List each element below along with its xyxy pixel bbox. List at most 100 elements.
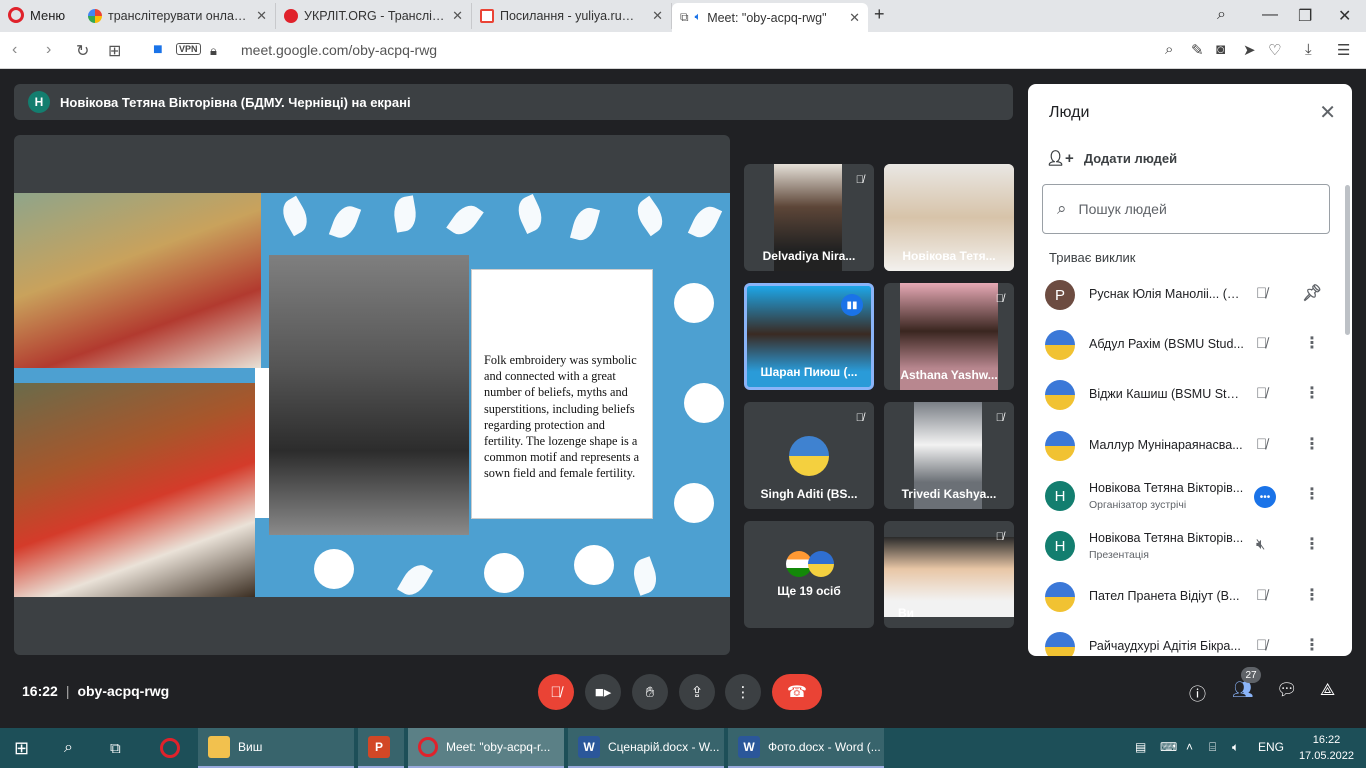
new-tab-button[interactable]: + [874,4,885,25]
network-icon[interactable]: ⌸ [1209,740,1216,755]
audio-off-icon[interactable]: 🔇︎ [1256,536,1265,553]
participant-tile[interactable]: 🎙̸ Trivedi Kashya... [884,402,1014,509]
office-tray-icon[interactable]: ▤ [1135,740,1146,754]
tab-meet[interactable]: ⧉ 🔈︎ Meet: "oby-acpq-rwg" ✕ [672,3,868,32]
section-title: Триває виклик [1049,250,1136,265]
more-options-icon[interactable]: ⋮ [1304,434,1320,454]
participant-row[interactable]: Віджи Кашиш (BSMU Stude... 🎙̸ ⋮ [1028,370,1352,420]
pin-icon[interactable]: 📌︎ [1302,283,1322,303]
more-options-button[interactable]: ⋮ [725,674,761,710]
participant-row[interactable]: Н Новікова Тетяна Вікторів... Організато… [1028,471,1352,521]
folk-costume-photo [14,193,261,368]
leave-call-button[interactable]: ☎︎ [772,674,822,710]
mic-off-icon[interactable]: 🎙̸ [1256,335,1267,352]
reload-icon[interactable]: ↻ [76,41,89,61]
opera-taskbar-icon[interactable] [150,728,190,768]
camera-in-use-icon[interactable]: ■ [153,41,163,59]
task-view-icon[interactable]: ⧉ [100,728,140,768]
tab-ukrlit[interactable]: УКРЛІТ.ORG - Транслітера ✕ [276,3,472,29]
participant-tile[interactable]: 🎙̸ Singh Aditi (BS... [744,402,874,509]
meeting-info-icon[interactable]: ⓘ [1189,680,1206,705]
more-options-icon[interactable]: ⋮ [1304,333,1320,353]
activities-icon[interactable]: ⟁ [1320,680,1335,700]
heart-icon[interactable]: ♡ [1268,41,1281,59]
participant-row[interactable]: Р Руснак Юлія Маноліі... (Ви) 🎙̸ 📌︎ [1028,270,1352,320]
more-options-icon[interactable]: ⋮ [1304,585,1320,605]
people-icon[interactable]: 👥︎ [1232,680,1254,700]
opera-icon [418,737,438,757]
participant-row[interactable]: Абдул Рахім (BSMU Stud... 🎙̸ ⋮ [1028,320,1352,370]
send-icon[interactable]: ➤ [1243,41,1256,59]
avatar [1045,431,1075,461]
more-options-icon[interactable]: ⋮ [1304,484,1320,504]
search-page-icon[interactable]: ⌕ [1165,41,1173,58]
menu-label: Меню [30,7,66,23]
mic-off-icon[interactable]: 🎙̸ [1256,385,1267,402]
restore-icon[interactable]: ❐ [1298,6,1312,26]
windows-taskbar: ⊞ ⌕ ⧉ Виш P Meet: "oby-acpq-r... W Сцена… [0,728,1366,768]
mic-off-icon[interactable]: 🎙̸ [1256,637,1267,654]
minimize-icon[interactable]: — [1262,6,1278,24]
participant-row[interactable]: Н Новікова Тетяна Вікторів... Презентаці… [1028,521,1352,571]
easy-setup-icon[interactable]: ☰ [1337,41,1350,59]
windows-start-icon[interactable]: ⊞ [4,728,44,768]
mic-off-icon: 🎙̸ [995,531,1004,543]
participant-tile[interactable]: 🎙̸ Asthana Yashw... [884,283,1014,390]
edit-icon[interactable]: ✎ [1191,41,1204,59]
search-people-input[interactable]: ⌕ Пошук людей [1042,184,1330,234]
close-tab-icon[interactable]: ✕ [452,8,463,24]
close-window-icon[interactable]: ✕ [1338,6,1351,26]
close-tab-icon[interactable]: ✕ [849,10,860,26]
snapshot-icon[interactable]: ◙ [1216,41,1225,58]
taskbar-app-powerpoint[interactable]: P [358,728,404,768]
tab-google[interactable]: транслітерувати онлайн - ✕ [80,3,276,29]
taskbar-app-meet[interactable]: Meet: "oby-acpq-r... [408,728,564,768]
add-people-button[interactable]: 👤︎+ Додати людей [1046,149,1177,167]
taskbar-app-word-scenario[interactable]: W Сценарій.docx - W... [568,728,724,768]
opera-menu-button[interactable]: Меню [8,7,65,23]
video-feed [884,537,1014,617]
close-tab-icon[interactable]: ✕ [256,8,267,24]
tab-gmail[interactable]: Посилання - yuliya.ru@gm ✕ [472,3,672,29]
taskbar-app-explorer[interactable]: Виш [198,728,354,768]
url-field[interactable]: meet.google.com/oby-acpq-rwg [241,42,437,58]
system-clock[interactable]: 16:22 17.05.2022 [1299,732,1354,764]
show-hidden-icons[interactable]: ˄ [1186,740,1193,754]
panel-scrollbar[interactable] [1345,185,1350,335]
volume-icon[interactable]: 🔈︎ [1232,740,1239,755]
search-tabs-icon[interactable]: ⌕ [1217,6,1226,24]
more-options-icon[interactable]: ⋮ [1304,383,1320,403]
more-options-icon[interactable]: ⋮ [1304,635,1320,655]
speed-dial-icon[interactable]: ⊞ [108,41,121,61]
forward-icon[interactable]: › [46,41,51,59]
chat-icon[interactable]: 💬︎ [1276,680,1298,700]
more-participants-tile[interactable]: Ще 19 осіб [744,521,874,628]
mic-off-icon[interactable]: 🎙̸ [1256,587,1267,604]
add-person-icon: 👤︎+ [1046,150,1074,167]
raise-hand-button[interactable]: ✋︎ [632,674,668,710]
camera-toggle-button[interactable]: ■▸ [585,674,621,710]
lock-icon[interactable]: 🔒︎ [210,43,217,59]
participant-row[interactable]: Райчаудхурі Адітія Бікра... 🎙̸ ⋮ [1028,622,1352,656]
present-screen-button[interactable]: ⇪ [679,674,715,710]
keyboard-tray-icon[interactable]: ⌨ [1160,740,1177,754]
vpn-badge[interactable]: VPN [176,43,201,55]
participant-avatars [786,551,834,577]
self-view-tile[interactable]: 🎙̸ Ви [884,521,1014,628]
language-indicator[interactable]: ENG [1258,740,1284,754]
participant-row[interactable]: Маллур Мунінараянасва... 🎙̸ ⋮ [1028,421,1352,471]
mic-toggle-button[interactable]: 🎙̸ [538,674,574,710]
participant-row[interactable]: Пател Пранета Відіут (В... 🎙̸ ⋮ [1028,572,1352,622]
mic-off-icon[interactable]: 🎙̸ [1256,285,1267,302]
download-icon[interactable]: ⤓ [1305,41,1312,58]
participant-tile[interactable]: Новікова Тетя... [884,164,1014,271]
close-tab-icon[interactable]: ✕ [652,8,663,24]
search-icon[interactable]: ⌕ [54,728,90,768]
close-panel-icon[interactable]: ✕ [1319,100,1336,125]
participant-tile[interactable]: 🎙̸ Delvadiya Nira... [744,164,874,271]
back-icon[interactable]: ‹ [12,41,17,59]
taskbar-app-word-photo[interactable]: W Фото.docx - Word (... [728,728,884,768]
participant-tile[interactable]: ▮▮ Шаран Пиюш (... [744,283,874,390]
mic-off-icon[interactable]: 🎙̸ [1256,436,1267,453]
more-options-icon[interactable]: ⋮ [1304,534,1320,554]
